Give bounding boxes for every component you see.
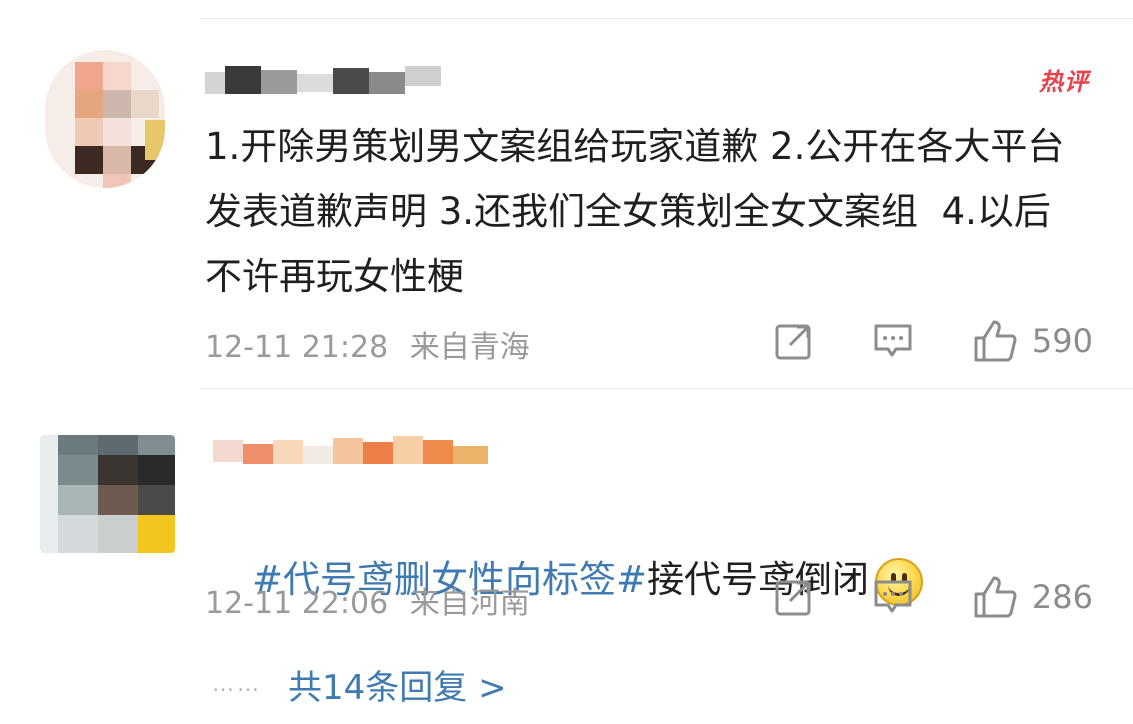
like-button[interactable]: 590 (972, 318, 1093, 364)
comment-location: 来自青海 (409, 330, 530, 365)
username-blurred[interactable] (213, 436, 488, 464)
forward-button[interactable] (774, 577, 814, 617)
comment-button[interactable] (872, 577, 914, 617)
like-icon (972, 318, 1018, 364)
comment-icon (872, 577, 914, 617)
forward-button[interactable] (774, 321, 814, 361)
comment-location: 来自河南 (409, 586, 530, 621)
comment-meta: 12-11 22:06 来自河南 (205, 578, 530, 622)
avatar[interactable] (40, 435, 175, 553)
replies-count-label: 共14条回复 > (288, 668, 507, 708)
forward-icon (774, 577, 814, 617)
comment-divider (200, 388, 1133, 389)
like-button[interactable]: 286 (972, 574, 1093, 620)
like-count: 590 (1031, 322, 1093, 360)
like-count: 286 (1031, 578, 1093, 616)
comment-icon (872, 321, 914, 361)
view-replies-link[interactable]: …… 共14条回复 > (212, 660, 507, 709)
comment-time: 12-11 21:28 (205, 330, 389, 365)
comment-actions: 286 (716, 574, 1093, 620)
hot-comment-badge: 热评 (1039, 68, 1089, 96)
top-divider (200, 18, 1133, 19)
comment-meta: 12-11 21:28 来自青海 (205, 322, 530, 366)
like-icon (972, 574, 1018, 620)
comment-actions: 590 (716, 318, 1093, 364)
avatar[interactable] (45, 50, 165, 188)
forward-icon (774, 321, 814, 361)
replies-dots: …… (212, 672, 262, 697)
comment-text: 1.开除男策划男文案组给玩家道歉 2.公开在各大平台发表道歉声明 3.还我们全女… (205, 125, 1065, 298)
comment-time: 12-11 22:06 (205, 586, 389, 621)
username-blurred[interactable] (205, 66, 445, 94)
comment-button[interactable] (872, 321, 914, 361)
